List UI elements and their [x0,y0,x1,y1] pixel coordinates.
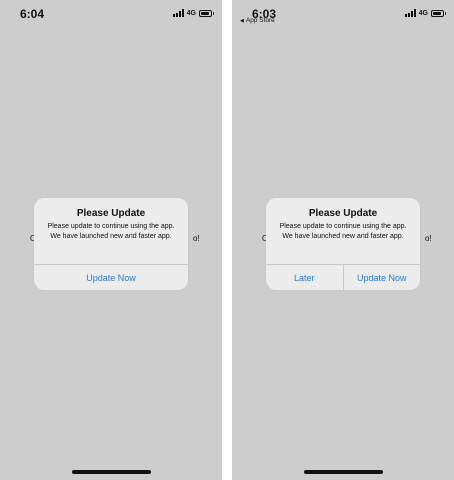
update-alert: Please Update Please update to continue … [34,198,188,290]
update-now-button[interactable]: Update Now [344,265,421,290]
background-text-right: o! [425,234,432,243]
alert-buttons: Update Now [34,265,188,290]
network-type: 4G [186,9,196,17]
home-indicator[interactable] [304,470,383,474]
back-caret-icon: ◀ [240,17,244,24]
back-to-app-store-link[interactable]: ◀ App Store [240,17,275,24]
update-alert: Please Update Please update to continue … [266,198,420,290]
phone-screen-right: 6:03 ◀ App Store 4G O o! Please Update P… [232,0,454,480]
later-button[interactable]: Later [266,265,343,290]
status-indicators: 4G [404,9,446,17]
back-link-label: App Store [245,17,275,24]
battery-icon [199,9,214,17]
alert-title: Please Update [308,208,378,219]
signal-icon [172,9,184,17]
alert-title: Please Update [76,208,146,219]
status-time: 6:04 [20,7,45,21]
alert-buttons: Later Update Now [266,265,420,290]
battery-icon [431,9,446,17]
status-indicators: 4G [172,9,214,17]
alert-message: Please update to continue using the app.… [279,223,407,240]
update-now-button[interactable]: Update Now [34,265,188,290]
phone-screen-left: 6:04 4G O o! Please Update Please update… [0,0,222,480]
home-indicator[interactable] [72,470,151,474]
status-bar: 6:04 4G [0,0,222,30]
signal-icon [404,9,416,17]
status-bar: 6:03 ◀ App Store 4G [232,0,454,30]
background-text-right: o! [193,234,200,243]
network-type: 4G [418,9,428,17]
alert-message: Please update to continue using the app.… [47,223,175,240]
